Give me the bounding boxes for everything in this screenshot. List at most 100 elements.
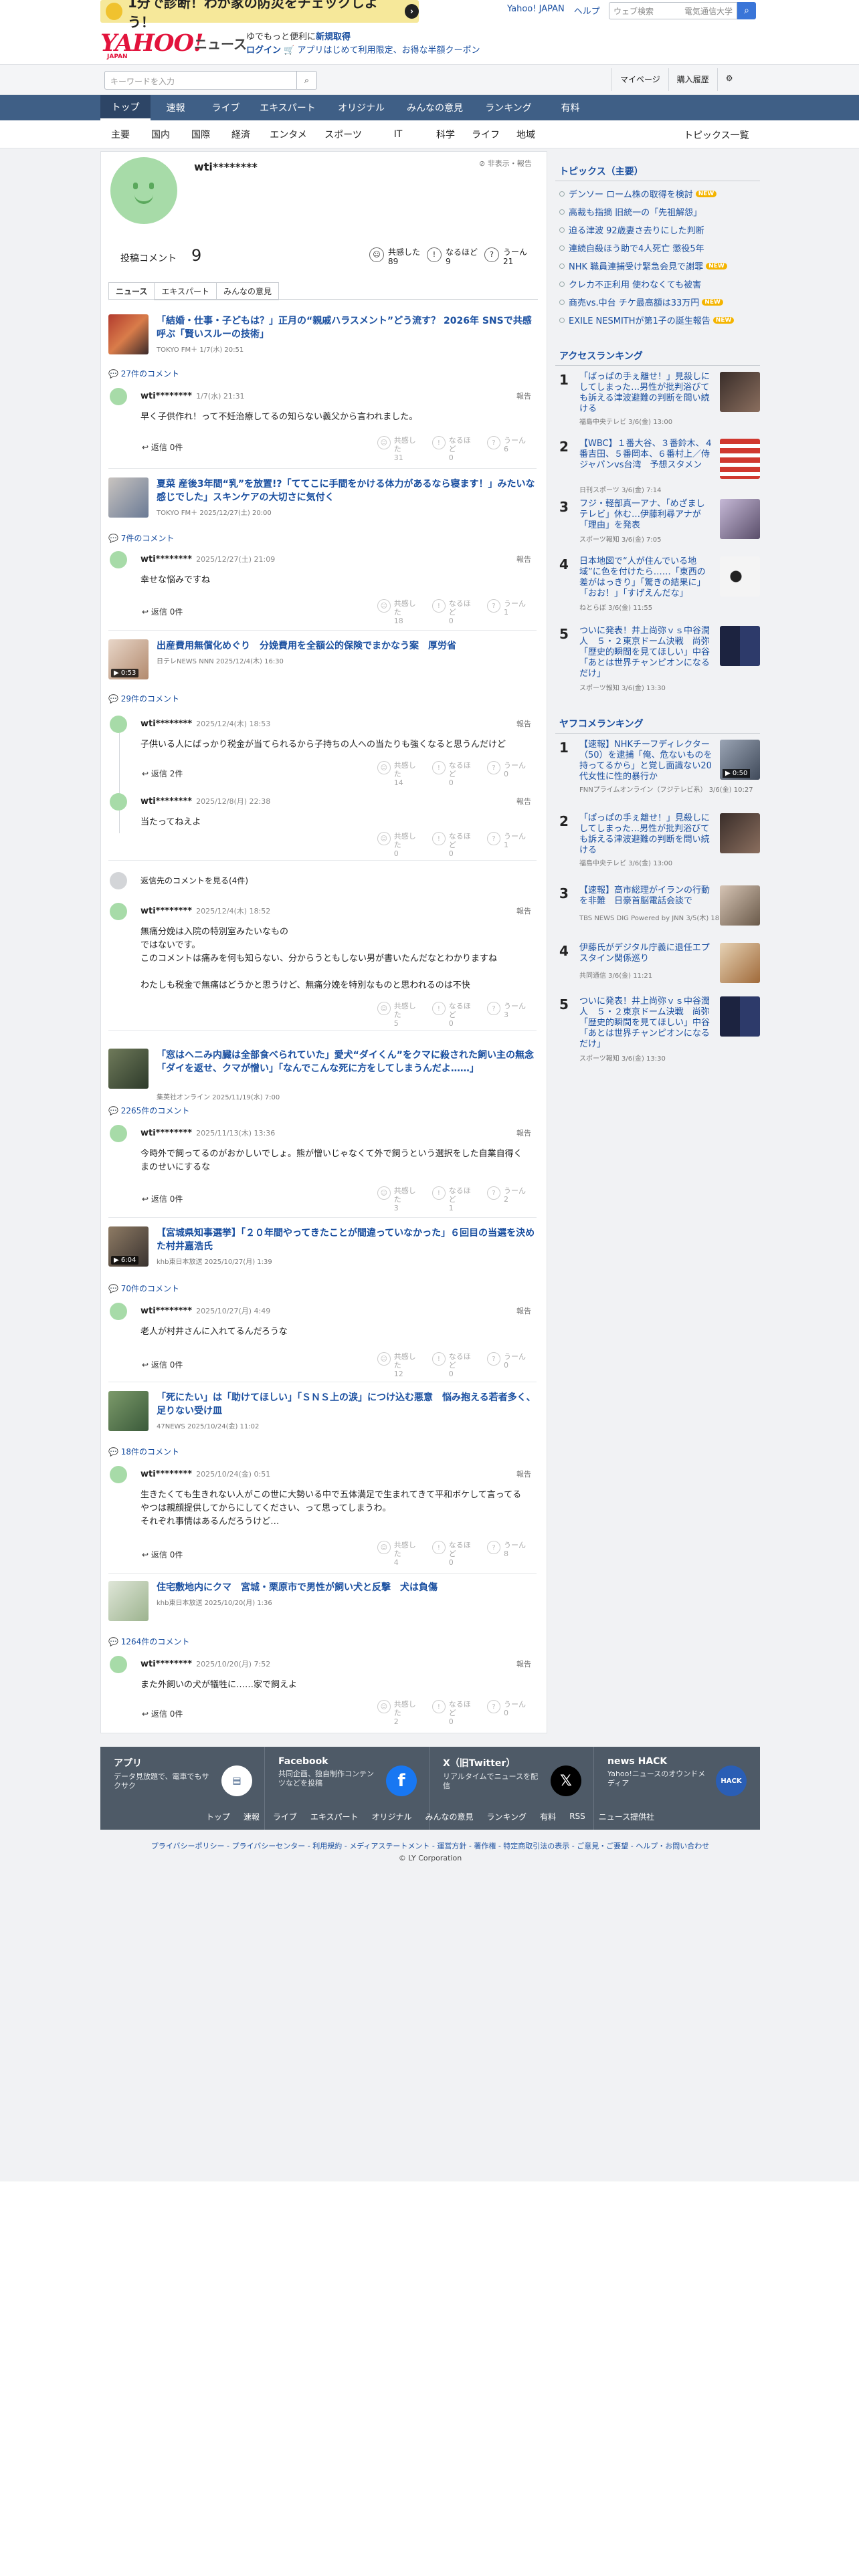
footer-link[interactable]: ランキング bbox=[487, 1811, 527, 1822]
footer-link[interactable]: オリジナル bbox=[372, 1811, 412, 1822]
react-hmm[interactable]: ? うーん 0 bbox=[487, 761, 533, 787]
parent-comment-toggle[interactable]: 返信先のコメントを見る(4件) bbox=[108, 872, 537, 892]
react-empathy[interactable]: ☺ 共感した 3 bbox=[377, 1186, 423, 1212]
tab-ranking[interactable]: ランキング bbox=[472, 95, 545, 120]
react-insight[interactable]: ! なるほど 0 bbox=[432, 599, 478, 625]
tab-expert[interactable]: エキスパート bbox=[251, 95, 324, 120]
cat-main[interactable]: 主要 bbox=[100, 120, 140, 148]
report-link[interactable]: 報告 bbox=[516, 905, 531, 916]
react-hmm[interactable]: ? うーん 3 bbox=[487, 1002, 533, 1028]
article-title[interactable]: 「結婚・仕事・子どもは？」正月の“親戚ハラスメント”どう流す？ 2026年 SN… bbox=[157, 314, 537, 341]
search-icon[interactable]: ⌕ bbox=[296, 72, 316, 89]
login-link[interactable]: ログイン bbox=[246, 45, 281, 56]
article-title[interactable]: 住宅敷地内にクマ 宮城・栗原市で男性が飼い犬と反撃 犬は負傷 bbox=[157, 1581, 537, 1594]
reply-button[interactable]: ↩ 返信 0件 bbox=[142, 1549, 183, 1560]
article-thumbnail[interactable] bbox=[108, 477, 149, 518]
cat-science[interactable]: 科学 bbox=[425, 120, 466, 148]
view-parent-link[interactable]: 返信先のコメントを見る(4件) bbox=[140, 875, 248, 886]
article-thumbnail[interactable]: ▶ 6:04 bbox=[108, 1226, 149, 1267]
reply-button[interactable]: ↩ 返信 2件 bbox=[142, 768, 183, 779]
react-hmm[interactable]: ? うーん 2 bbox=[487, 1186, 533, 1212]
react-hmm[interactable]: ? うーん 1 bbox=[487, 599, 533, 625]
react-hmm[interactable]: ? うーん 6 bbox=[487, 436, 533, 462]
reply-button[interactable]: ↩ 返信 0件 bbox=[142, 1359, 183, 1370]
article-title[interactable]: 【宮城県知事選挙】「２０年間やってきたことが間違っていなかった」６回目の当選を決… bbox=[157, 1226, 537, 1253]
react-hmm[interactable]: ? うーん 0 bbox=[487, 1352, 533, 1378]
keyword-search-input[interactable]: キーワードを入力 ⌕ bbox=[104, 71, 317, 90]
reply-button[interactable]: ↩ 返信 0件 bbox=[142, 1193, 183, 1204]
tab-news[interactable]: ニュース bbox=[108, 282, 155, 300]
footer-link[interactable]: エキスパート bbox=[310, 1811, 359, 1822]
mypage-button[interactable]: マイページ bbox=[611, 68, 668, 91]
ranking-item[interactable]: 5 ついに発表！井上尚弥ｖｓ中谷潤人 ５・２東京ドーム決戦 尚弥「歴史的瞬間を見て… bbox=[559, 996, 760, 1063]
topic-item[interactable]: EXILE NESMITHが第1子の誕生報告 NEW bbox=[559, 314, 735, 326]
purchase-history-button[interactable]: 購入履歴 bbox=[668, 68, 717, 91]
help-link[interactable]: ヘルプ bbox=[574, 4, 600, 17]
footer-link[interactable]: RSS bbox=[569, 1812, 585, 1821]
legal-links[interactable]: プライバシーポリシー - プライバシーセンター - 利用規約 - メディアステー… bbox=[100, 1840, 760, 1851]
react-insight[interactable]: ! なるほど 0 bbox=[432, 761, 478, 787]
react-empathy[interactable]: ☺ 共感した 0 bbox=[377, 832, 423, 858]
ranking-item[interactable]: 3 【速報】高市総理がイランの行動を非難 日豪首脳電話会談で TBS NEWS DI… bbox=[559, 885, 760, 936]
article-item[interactable]: 「窓はヘニみ内臓は全部食べられていた」愛犬“ダイくん”をクマに殺された飼い主の無… bbox=[108, 1049, 537, 1101]
footer-link[interactable]: ライブ bbox=[273, 1811, 297, 1822]
gear-icon[interactable]: ⚙ bbox=[717, 68, 741, 91]
comment-count-link[interactable]: 💬 2265件のコメント bbox=[108, 1105, 189, 1116]
article-item[interactable]: 住宅敷地内にクマ 宮城・栗原市で男性が飼い犬と反撃 犬は負傷 khb東日本放送 … bbox=[108, 1581, 537, 1621]
report-link[interactable]: 報告 bbox=[516, 1128, 531, 1138]
access-ranking-heading[interactable]: アクセスランキング bbox=[559, 349, 643, 362]
topic-item[interactable]: NHK 職員連捕受け緊急会見で謝罪 NEW bbox=[559, 259, 727, 272]
react-insight[interactable]: ! なるほど 1 bbox=[432, 1186, 478, 1212]
footer-link[interactable]: みんなの意見 bbox=[425, 1811, 474, 1822]
react-insight[interactable]: ! なるほど 0 bbox=[432, 1541, 478, 1567]
reply-button[interactable]: ↩ 返信 0件 bbox=[142, 441, 183, 453]
article-item[interactable]: 夏菜 産後3年間“乳”を放置!?「ててこに手間をかける体力があるなら寝ます！」み… bbox=[108, 477, 537, 518]
report-link[interactable]: 報告 bbox=[516, 554, 531, 564]
ranking-item[interactable]: 5 ついに発表！井上尚弥ｖｓ中谷潤人 ５・２東京ドーム決戦 尚弥「歴史的瞬間を見て… bbox=[559, 626, 760, 693]
all-topics-link[interactable]: トピックス一覧 bbox=[684, 128, 749, 142]
ranking-item[interactable]: 1 「ぱっぱの手ぇ離せ！」見殺しにしてしまった…男性が批判浴びても訴える津波避難の… bbox=[559, 372, 760, 428]
tab-top[interactable]: トップ bbox=[100, 95, 151, 120]
react-insight[interactable]: ! なるほど 0 bbox=[432, 832, 478, 858]
reply-button[interactable]: ↩ 返信 0件 bbox=[142, 606, 183, 617]
news-label[interactable]: ニュース bbox=[194, 33, 247, 53]
report-link[interactable]: 報告 bbox=[516, 1305, 531, 1316]
cat-economy[interactable]: 経済 bbox=[221, 120, 261, 148]
footer-link[interactable]: 速報 bbox=[244, 1811, 260, 1822]
hide-report-link[interactable]: ⊘ 非表示・報告 bbox=[479, 158, 532, 169]
react-insight[interactable]: ! なるほど 0 bbox=[432, 436, 478, 462]
yahoo-logo[interactable]: YAHOO! bbox=[100, 29, 203, 57]
article-title[interactable]: 「窓はヘニみ内臓は全部食べられていた」愛犬“ダイくん”をクマに殺された飼い主の無… bbox=[157, 1049, 537, 1075]
article-title[interactable]: 出産費用無償化めぐり 分娩費用を全額公的保険でまかなう案 厚労省 bbox=[157, 639, 537, 653]
comment-count-link[interactable]: 💬 7件のコメント bbox=[108, 532, 174, 544]
ranking-item[interactable]: 1 【速報】NHKチーフディレクター（50）を逮捕「俺、危ないものを持ってるから」… bbox=[559, 740, 760, 800]
react-empathy[interactable]: ☺ 共感した 14 bbox=[377, 761, 423, 787]
report-link[interactable]: 報告 bbox=[516, 1658, 531, 1669]
article-title[interactable]: 「死にたい」は「助けてほしい」「ＳＮＳ上の涙」につけ込む悪意 悩み抱える若者多く… bbox=[157, 1391, 537, 1418]
cat-domestic[interactable]: 国内 bbox=[140, 120, 181, 148]
article-item[interactable]: ▶ 6:04 【宮城県知事選挙】「２０年間やってきたことが間違っていなかった」６… bbox=[108, 1226, 537, 1267]
react-insight[interactable]: ! なるほど 0 bbox=[432, 1352, 478, 1378]
react-insight[interactable]: ! なるほど 0 bbox=[432, 1002, 478, 1028]
react-hmm[interactable]: ? うーん 8 bbox=[487, 1541, 533, 1567]
comment-count-link[interactable]: 💬 29件のコメント bbox=[108, 693, 179, 704]
cat-sports[interactable]: スポーツ bbox=[316, 120, 371, 148]
ranking-item[interactable]: 4 日本地図で“人が住んでいる地域”に色を付けたら……「東西の差がはっきり」「驚き… bbox=[559, 556, 760, 617]
article-item[interactable]: 「死にたい」は「助けてほしい」「ＳＮＳ上の涙」につけ込む悪意 悩み抱える若者多く… bbox=[108, 1391, 537, 1431]
react-empathy[interactable]: ☺ 共感した 18 bbox=[377, 599, 423, 625]
footer-link[interactable]: ニュース提供社 bbox=[599, 1811, 654, 1822]
article-item[interactable]: ▶ 0:53 出産費用無償化めぐり 分娩費用を全額公的保険でまかなう案 厚労省 … bbox=[108, 639, 537, 679]
react-empathy[interactable]: ☺ 共感した 31 bbox=[377, 436, 423, 462]
react-insight[interactable]: ! なるほど 0 bbox=[432, 1700, 478, 1726]
article-thumbnail[interactable] bbox=[108, 1391, 149, 1431]
react-hmm[interactable]: ? うーん 1 bbox=[487, 832, 533, 858]
tab-opinions-comments[interactable]: みんなの意見 bbox=[216, 282, 280, 300]
comment-count-link[interactable]: 💬 70件のコメント bbox=[108, 1283, 179, 1294]
react-empathy[interactable]: ☺ 共感した 2 bbox=[377, 1700, 423, 1726]
article-thumbnail[interactable] bbox=[108, 1049, 149, 1089]
ranking-item[interactable]: 4 伊藤氏がデジタル庁義に退任エプスタイン関係巡り 共同通信 3/6(金) 11:2… bbox=[559, 943, 760, 990]
topic-item[interactable]: 商売vs.中台 チケ最高額は33万円 NEW bbox=[559, 296, 723, 308]
comment-count-link[interactable]: 💬 27件のコメント bbox=[108, 368, 179, 379]
promo-banner[interactable]: 1分で診断！わが家の防災をチェックしよう！ › bbox=[100, 0, 419, 30]
ranking-item[interactable]: 3 フジ・軽部真一アナ、「めざましテレビ」休む…伊藤利尋アナが「理由」を発表 スポー… bbox=[559, 499, 760, 550]
